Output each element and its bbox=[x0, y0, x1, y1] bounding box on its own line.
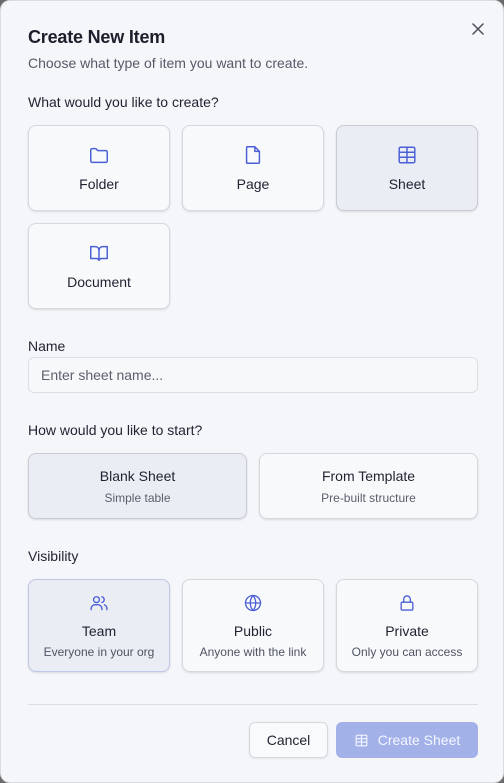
type-option-sheet[interactable]: Sheet bbox=[336, 125, 478, 211]
type-option-page[interactable]: Page bbox=[182, 125, 324, 211]
table-icon bbox=[354, 732, 370, 748]
book-open-icon bbox=[88, 242, 110, 264]
create-sheet-button[interactable]: Create Sheet bbox=[336, 722, 478, 758]
lock-icon bbox=[396, 592, 418, 614]
visibility-option-public[interactable]: Public Anyone with the link bbox=[182, 579, 324, 672]
visibility-option-team[interactable]: Team Everyone in your org bbox=[28, 579, 170, 672]
footer-divider bbox=[28, 704, 478, 705]
start-option-title: From Template bbox=[321, 467, 416, 484]
start-section-label: How would you like to start? bbox=[28, 422, 203, 438]
visibility-option-title: Private bbox=[385, 623, 429, 639]
start-option-description: Pre-built structure bbox=[321, 490, 416, 505]
globe-icon bbox=[242, 592, 264, 614]
folder-icon bbox=[88, 144, 110, 166]
type-option-document[interactable]: Document bbox=[28, 223, 170, 309]
type-section-label: What would you like to create? bbox=[28, 94, 219, 110]
visibility-option-title: Team bbox=[81, 623, 117, 639]
visibility-section-label: Visibility bbox=[28, 548, 79, 564]
type-option-label: Page bbox=[236, 176, 270, 192]
close-button[interactable] bbox=[467, 18, 489, 40]
create-item-dialog: Create New Item Choose what type of item… bbox=[0, 0, 504, 783]
create-sheet-label: Create Sheet bbox=[377, 732, 461, 748]
dialog-title: Create New Item bbox=[28, 27, 166, 47]
visibility-option-description: Anyone with the link bbox=[199, 645, 307, 659]
type-option-label: Sheet bbox=[388, 176, 426, 192]
visibility-option-description: Only you can access bbox=[351, 645, 463, 659]
visibility-option-description: Everyone in your org bbox=[43, 645, 155, 659]
type-option-label: Folder bbox=[79, 176, 119, 192]
type-option-folder[interactable]: Folder bbox=[28, 125, 170, 211]
visibility-option-private[interactable]: Private Only you can access bbox=[336, 579, 478, 672]
visibility-option-title: Public bbox=[233, 623, 273, 639]
name-label: Name bbox=[28, 338, 66, 354]
start-option-blank[interactable]: Blank Sheet Simple table bbox=[28, 453, 247, 519]
start-option-title: Blank Sheet bbox=[99, 467, 176, 484]
sheet-name-input[interactable] bbox=[28, 357, 478, 393]
file-icon bbox=[242, 144, 264, 166]
cancel-button[interactable]: Cancel bbox=[249, 722, 328, 758]
start-option-description: Simple table bbox=[104, 490, 171, 505]
table-icon bbox=[396, 144, 418, 166]
users-icon bbox=[88, 592, 110, 614]
close-icon bbox=[472, 23, 484, 35]
start-option-template[interactable]: From Template Pre-built structure bbox=[259, 453, 478, 519]
dialog-subtitle: Choose what type of item you want to cre… bbox=[28, 55, 309, 71]
type-option-label: Document bbox=[67, 274, 131, 290]
